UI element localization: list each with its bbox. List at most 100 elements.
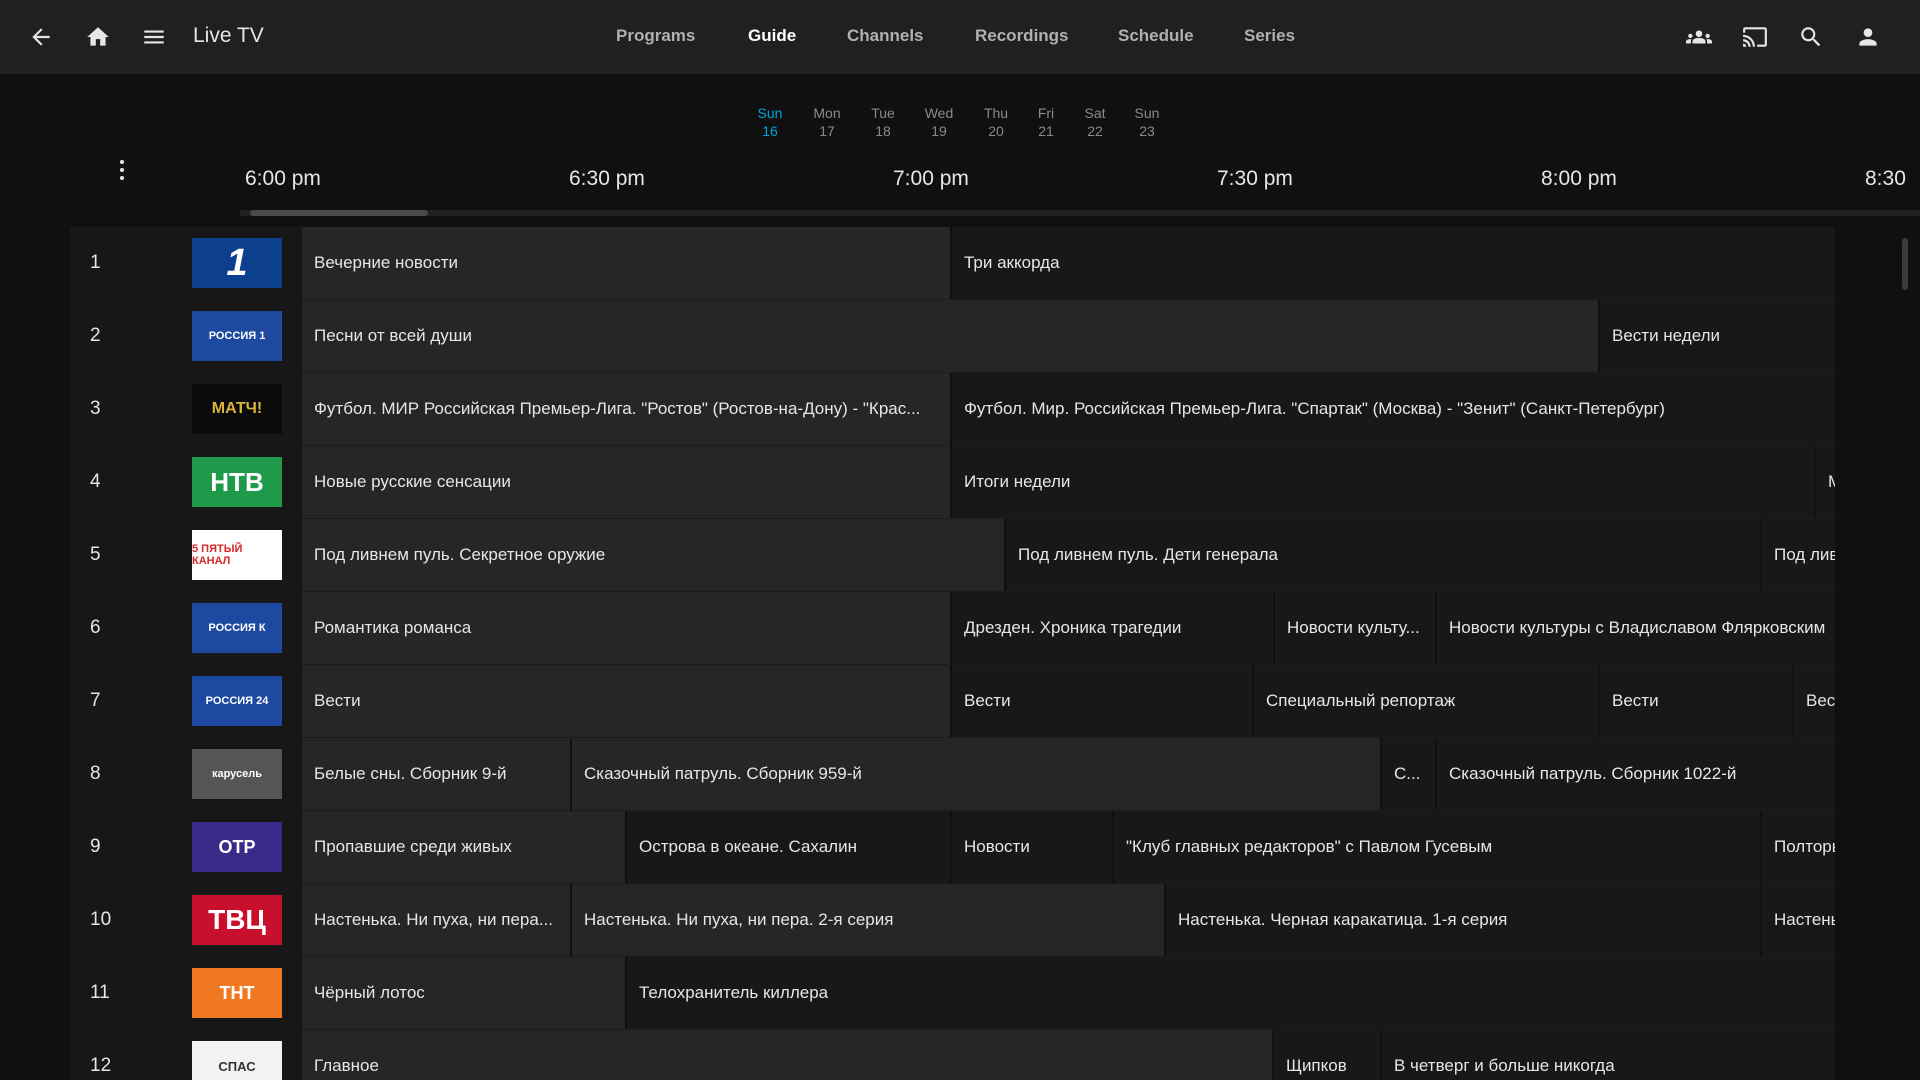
tab-recordings[interactable]: Recordings <box>975 26 1069 46</box>
dot-icon <box>120 168 124 172</box>
program-cell[interactable]: Вест <box>1794 665 1837 737</box>
tab-programs[interactable]: Programs <box>616 26 695 46</box>
day-tab[interactable]: Wed 19 <box>914 104 964 140</box>
channel-cell[interactable]: 3 МАТЧ! <box>70 373 302 445</box>
tab-schedule[interactable]: Schedule <box>1118 26 1194 46</box>
program-cell[interactable]: Вести <box>1600 665 1794 737</box>
program-cell[interactable]: Полторы <box>1762 811 1837 883</box>
program-cell[interactable]: Настенька. Ни пуха, ни пера. 2-я серия <box>572 884 1166 956</box>
program-cell[interactable]: Под лив <box>1762 519 1837 591</box>
home-button[interactable] <box>75 14 121 60</box>
channel-cell[interactable]: 1 1 <box>70 227 302 299</box>
channel-cell[interactable]: 4 НТВ <box>70 446 302 518</box>
channel-logo: РОССИЯ 24 <box>192 676 282 726</box>
program-cell[interactable]: Настенька. Ни пуха, ни пера... <box>302 884 572 956</box>
program-cell[interactable]: Телохранитель киллера <box>627 957 1837 1029</box>
channel-number: 8 <box>90 763 101 784</box>
time-slot-label: 7:00 pm <box>893 167 969 190</box>
program-cell[interactable]: Вечерние новости <box>302 227 952 299</box>
cast-icon <box>1743 27 1767 47</box>
program-cell[interactable]: Чёрный лотос <box>302 957 627 1029</box>
channel-number: 2 <box>90 325 101 346</box>
tab-guide[interactable]: Guide <box>748 26 796 46</box>
channel-cell[interactable]: 9 ОТР <box>70 811 302 883</box>
horizontal-scrollbar-thumb[interactable] <box>250 210 428 216</box>
channel-number: 4 <box>90 471 101 492</box>
program-cell[interactable]: В четверг и больше никогда <box>1382 1030 1837 1080</box>
channel-row: 10 ТВЦ Настенька. Ни пуха, ни пера... На… <box>70 884 1837 957</box>
cast-button[interactable] <box>1732 14 1778 60</box>
program-cell[interactable]: Пропавшие среди живых <box>302 811 627 883</box>
user-button[interactable] <box>1845 14 1891 60</box>
back-button[interactable] <box>18 14 64 60</box>
vertical-scrollbar-thumb[interactable] <box>1902 238 1908 290</box>
program-cell[interactable]: Вести недели <box>1600 300 1837 372</box>
program-cell[interactable]: Новости <box>952 811 1114 883</box>
time-slot-label: 8:30 <box>1865 167 1906 190</box>
day-tab[interactable]: Mon 17 <box>802 104 852 140</box>
program-cell[interactable]: Острова в океане. Сахалин <box>627 811 952 883</box>
channel-number: 3 <box>90 398 101 419</box>
more-options-button[interactable] <box>108 160 136 190</box>
sync-play-button[interactable] <box>1676 14 1722 60</box>
program-cell[interactable]: Сказочный патруль. Сборник 1022-й <box>1437 738 1837 810</box>
channel-cell[interactable]: 11 ТНТ <box>70 957 302 1029</box>
channel-number: 7 <box>90 690 101 711</box>
page-title: Live TV <box>193 24 264 47</box>
channel-logo: 5 ПЯТЫЙ КАНАЛ <box>192 530 282 580</box>
channel-row: 3 МАТЧ! Футбол. МИР Российская Премьер-Л… <box>70 373 1837 446</box>
channel-cell[interactable]: 8 карусель <box>70 738 302 810</box>
program-cell[interactable]: М <box>1816 446 1837 518</box>
program-cell[interactable]: Под ливнем пуль. Дети генерала <box>1006 519 1762 591</box>
program-cell[interactable]: Вести <box>952 665 1254 737</box>
program-cell[interactable]: Итоги недели <box>952 446 1816 518</box>
program-cell[interactable]: Специальный репортаж <box>1254 665 1600 737</box>
program-cell[interactable]: Главное <box>302 1030 1274 1080</box>
program-cell[interactable]: Настень <box>1762 884 1837 956</box>
channel-row: 5 5 ПЯТЫЙ КАНАЛ Под ливнем пуль. Секретн… <box>70 519 1837 592</box>
program-cell[interactable]: Щипков <box>1274 1030 1382 1080</box>
program-cell[interactable]: Песни от всей души <box>302 300 1600 372</box>
channel-number: 10 <box>90 909 112 930</box>
channel-row: 11 ТНТ Чёрный лотос Телохранитель киллер… <box>70 957 1837 1030</box>
channel-cell[interactable]: 2 РОССИЯ 1 <box>70 300 302 372</box>
search-button[interactable] <box>1788 14 1834 60</box>
program-cell[interactable]: Футбол. МИР Российская Премьер-Лига. "Ро… <box>302 373 952 445</box>
time-slot-label: 7:30 pm <box>1217 167 1293 190</box>
day-tab[interactable]: Tue 18 <box>858 104 908 140</box>
program-cell[interactable]: Новости культу... <box>1275 592 1437 664</box>
day-tab[interactable]: Thu 20 <box>971 104 1021 140</box>
channel-cell[interactable]: 6 РОССИЯ К <box>70 592 302 664</box>
program-cell[interactable]: Под ливнем пуль. Секретное оружие <box>302 519 1006 591</box>
day-tab[interactable]: Sun 23 <box>1122 104 1172 140</box>
home-icon <box>87 27 109 46</box>
channel-cell[interactable]: 7 РОССИЯ 24 <box>70 665 302 737</box>
channel-logo: МАТЧ! <box>192 384 282 434</box>
channel-cell[interactable]: 10 ТВЦ <box>70 884 302 956</box>
program-cell[interactable]: Новости культуры с Владиславом Флярковск… <box>1437 592 1837 664</box>
program-cell[interactable]: Сказочный патруль. Сборник 959-й <box>572 738 1382 810</box>
program-cell[interactable]: Три аккорда <box>952 227 1837 299</box>
person-icon <box>1859 28 1877 46</box>
tab-channels[interactable]: Channels <box>847 26 924 46</box>
program-cell[interactable]: "Клуб главных редакторов" с Павлом Гусев… <box>1114 811 1762 883</box>
program-cell[interactable]: Настенька. Черная каракатица. 1-я серия <box>1166 884 1762 956</box>
day-tab[interactable]: Sat 22 <box>1070 104 1120 140</box>
horizontal-scrollbar[interactable] <box>240 210 1920 216</box>
day-tab[interactable]: Sun 16 <box>745 104 795 140</box>
program-cell[interactable]: Белые сны. Сборник 9-й <box>302 738 572 810</box>
channel-cell[interactable]: 12 СПАС <box>70 1030 302 1080</box>
program-cell[interactable]: Новые русские сенсации <box>302 446 952 518</box>
menu-button[interactable] <box>131 14 177 60</box>
channel-cell[interactable]: 5 5 ПЯТЫЙ КАНАЛ <box>70 519 302 591</box>
day-tab[interactable]: Fri 21 <box>1021 104 1071 140</box>
program-cell[interactable]: Футбол. Мир. Российская Премьер-Лига. "С… <box>952 373 1837 445</box>
program-cell[interactable]: С... <box>1382 738 1437 810</box>
program-cell[interactable]: Вести <box>302 665 952 737</box>
program-cell[interactable]: Дрезден. Хроника трагедии <box>952 592 1275 664</box>
channel-logo: РОССИЯ К <box>192 603 282 653</box>
arrow-left-icon <box>32 28 50 46</box>
program-cell[interactable]: Романтика романса <box>302 592 952 664</box>
channel-row: 9 ОТР Пропавшие среди живых Острова в ок… <box>70 811 1837 884</box>
tab-series[interactable]: Series <box>1244 26 1295 46</box>
